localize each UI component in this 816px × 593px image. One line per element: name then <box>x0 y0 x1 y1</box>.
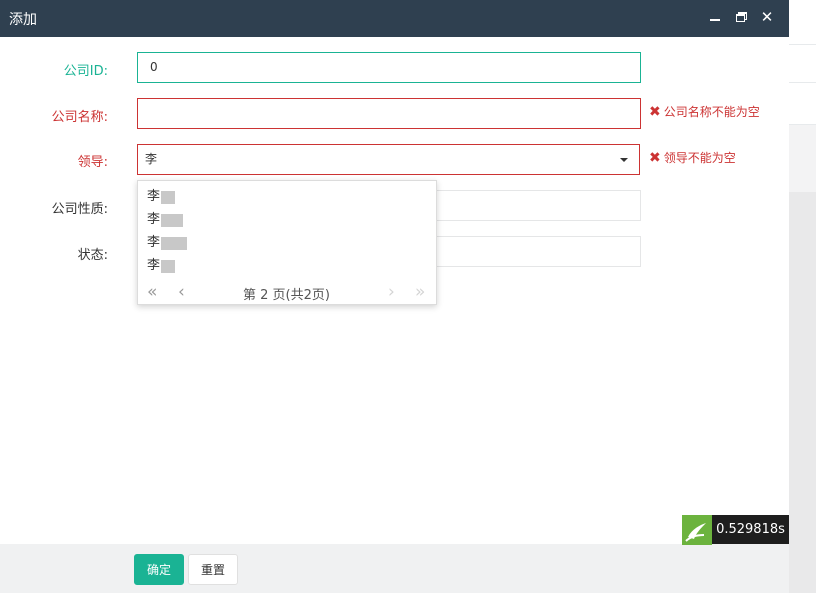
option-label: 李 <box>147 258 161 273</box>
next-page-icon[interactable]: › <box>388 282 395 302</box>
dialog-footer: 确定 重置 <box>0 544 789 593</box>
close-icon: ✕ <box>760 8 774 26</box>
error-icon: ✖ <box>649 149 661 166</box>
dropdown-option[interactable]: 李 <box>147 232 188 254</box>
option-label: 李 <box>147 189 161 204</box>
error-icon: ✖ <box>649 103 661 120</box>
maximize-button[interactable] <box>733 8 751 26</box>
company-id-label: 公司ID: <box>63 64 108 79</box>
leader-select[interactable]: 李 <box>137 144 640 175</box>
dropdown-option[interactable]: 李 <box>147 186 176 208</box>
background-page <box>789 0 816 593</box>
background-strip <box>789 0 816 45</box>
background-strip <box>789 83 816 125</box>
last-page-icon[interactable]: » <box>415 282 425 302</box>
company-name-label: 公司名称: <box>51 110 108 125</box>
reset-button[interactable]: 重置 <box>188 554 238 585</box>
company-id-input[interactable]: 0 <box>137 52 641 83</box>
leader-dropdown: 李 李 李 李 « ‹ 第 2 页(共2页) › » <box>137 180 437 305</box>
redacted-text <box>161 190 176 204</box>
redacted-text <box>161 236 188 250</box>
timer-readout: 0.529818s <box>712 515 789 544</box>
add-dialog: 添加 ✕ 公司ID: 0 公司名称: ✖ 公司名称不能为空 领导: 李 ✖ 领导… <box>0 0 789 593</box>
status-label: 状态: <box>77 248 108 263</box>
dropdown-option[interactable]: 李 <box>147 255 176 277</box>
timer-logo-icon <box>682 515 712 545</box>
first-page-icon[interactable]: « <box>147 282 157 302</box>
leader-label: 领导: <box>77 155 108 170</box>
option-label: 李 <box>147 212 161 227</box>
close-button[interactable]: ✕ <box>758 8 776 26</box>
leader-error: ✖ 领导不能为空 <box>649 149 736 166</box>
background-area <box>789 192 816 593</box>
dropdown-option[interactable]: 李 <box>147 209 184 231</box>
leader-error-text: 领导不能为空 <box>663 151 736 165</box>
minimize-button[interactable] <box>706 8 724 26</box>
dropdown-pager: « ‹ 第 2 页(共2页) › » <box>138 281 436 305</box>
company-type-label: 公司性质: <box>51 202 108 217</box>
confirm-button[interactable]: 确定 <box>134 554 184 585</box>
dialog-titlebar: 添加 ✕ <box>0 0 789 37</box>
maximize-icon-back <box>736 14 745 22</box>
option-label: 李 <box>147 235 161 250</box>
company-name-error: ✖ 公司名称不能为空 <box>649 103 760 120</box>
background-strip <box>789 45 816 83</box>
minimize-icon <box>710 19 720 21</box>
company-name-error-text: 公司名称不能为空 <box>663 105 760 119</box>
redacted-text <box>161 259 176 273</box>
redacted-text <box>161 213 184 227</box>
company-name-input[interactable] <box>137 98 641 129</box>
page-info: 第 2 页(共2页) <box>243 288 330 303</box>
prev-page-icon[interactable]: ‹ <box>178 282 185 302</box>
dialog-title: 添加 <box>9 12 37 28</box>
chevron-down-icon[interactable] <box>620 158 628 162</box>
